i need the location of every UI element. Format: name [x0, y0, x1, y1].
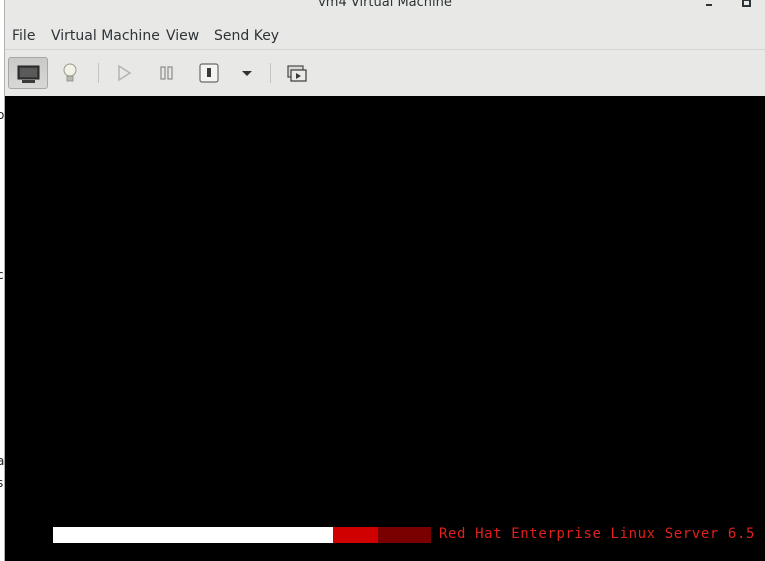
vm-window: vm4 Virtual Machine File Virtual Machine… — [5, 0, 765, 561]
title-bar[interactable]: vm4 Virtual Machine — [5, 0, 765, 12]
background-glyph: a — [0, 454, 4, 468]
shutdown-menu-button[interactable] — [227, 57, 267, 89]
play-icon — [118, 64, 132, 82]
console-view-button[interactable] — [8, 57, 48, 89]
background-glyph: s — [0, 476, 3, 490]
fullscreen-button[interactable] — [277, 57, 317, 89]
run-button[interactable] — [104, 57, 144, 89]
toolbar — [5, 51, 765, 95]
maximize-button[interactable] — [740, 0, 752, 9]
pause-icon — [160, 66, 173, 80]
background-glyph: o — [0, 108, 4, 122]
background-glyph: c — [0, 268, 4, 282]
shutdown-button[interactable] — [189, 57, 229, 89]
menu-bar: File Virtual Machine View Send Key — [5, 25, 765, 50]
pause-button[interactable] — [147, 57, 187, 89]
lightbulb-icon — [63, 63, 77, 82]
chevron-down-icon — [242, 71, 252, 76]
details-view-button[interactable] — [50, 57, 90, 89]
window-title: vm4 Virtual Machine — [318, 0, 452, 10]
menu-virtual-machine[interactable]: Virtual Machine — [51, 28, 160, 44]
boot-progress-bar — [53, 527, 431, 543]
power-icon — [199, 63, 219, 83]
monitor-icon — [17, 65, 40, 83]
boot-progress-fill — [53, 527, 333, 543]
boot-progress-highlight — [333, 527, 378, 543]
toolbar-separator — [98, 63, 99, 83]
toolbar-separator — [270, 63, 271, 83]
boot-splash-label: Red Hat Enterprise Linux Server 6.5 — [439, 526, 756, 542]
menu-file[interactable]: File — [12, 28, 35, 44]
minimize-button[interactable] — [703, 0, 715, 9]
vm-console-display[interactable]: Red Hat Enterprise Linux Server 6.5 — [5, 96, 765, 561]
menu-send-key[interactable]: Send Key — [214, 28, 279, 44]
fullscreen-icon — [287, 65, 307, 82]
boot-progress-remainder — [378, 527, 431, 543]
menu-view[interactable]: View — [166, 28, 199, 44]
